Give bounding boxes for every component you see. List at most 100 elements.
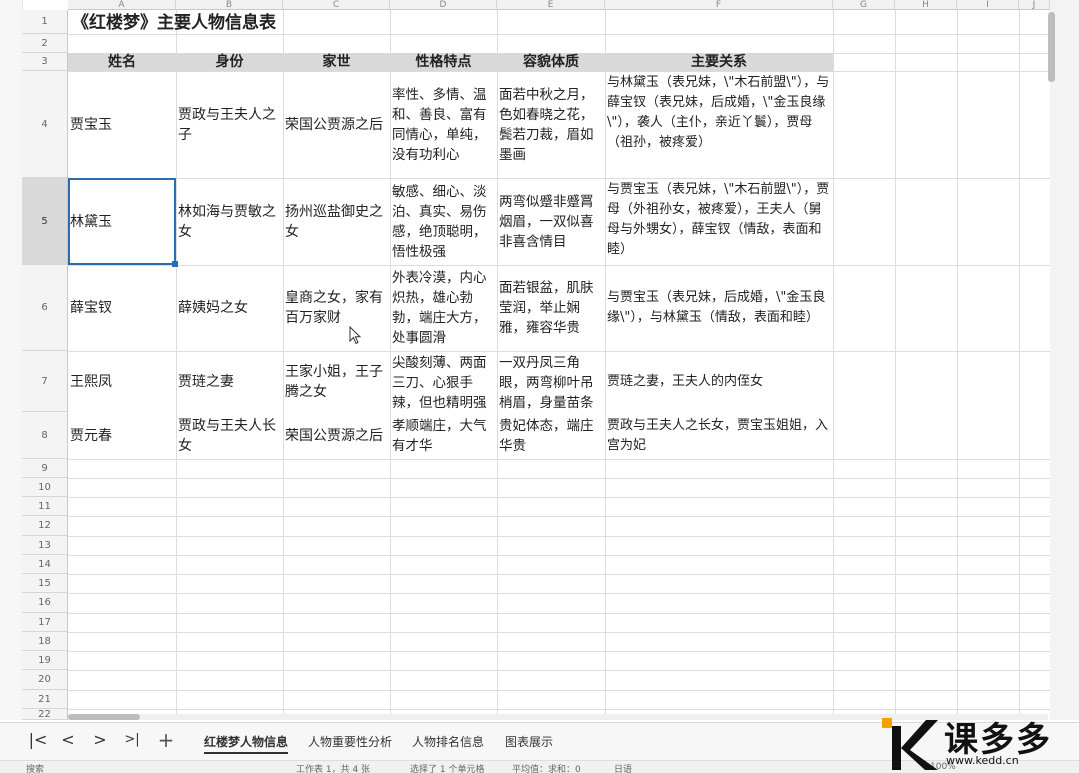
- cell-text: 贾琏之妻: [178, 373, 234, 390]
- cell-appearance[interactable]: 贵妃体态，端庄华贵: [497, 412, 605, 459]
- cell-family[interactable]: 扬州巡盐御史之女: [283, 178, 390, 265]
- row-header-16[interactable]: 16: [22, 593, 68, 613]
- last-sheet-button[interactable]: >|: [122, 730, 142, 750]
- cell-name[interactable]: 王熙凤: [68, 351, 176, 412]
- cell-text: 贾元春: [70, 427, 112, 444]
- row-header-14[interactable]: 14: [22, 555, 68, 574]
- cell-family[interactable]: 王家小姐，王子腾之女: [283, 351, 390, 412]
- cell-family[interactable]: 荣国公贾源之后: [283, 412, 390, 459]
- header-relations[interactable]: 主要关系: [605, 53, 833, 71]
- column-header-i[interactable]: I: [957, 0, 1019, 10]
- column-header-g[interactable]: G: [833, 0, 895, 10]
- cell-appearance[interactable]: 两弯似蹙非蹙罥烟眉，一双似喜非喜含情目: [497, 178, 605, 265]
- cell-text: 率性、多情、温和、善良、富有同情心，单纯，没有功利心: [392, 86, 487, 163]
- cell-text: 王熙凤: [70, 373, 112, 390]
- row-header-2[interactable]: 2: [22, 34, 68, 53]
- cell-relations[interactable]: 与贾宝玉（表兄妹，\"木石前盟\"），贾母（外祖孙女，被疼爱），王夫人（舅母与外…: [605, 178, 833, 265]
- row-header-15[interactable]: 15: [22, 574, 68, 593]
- horizontal-scroll-thumb[interactable]: [68, 714, 140, 720]
- grid-line: [68, 709, 1050, 710]
- first-sheet-button[interactable]: |<: [28, 730, 48, 750]
- cell-name[interactable]: 贾元春: [68, 412, 176, 459]
- column-header-f[interactable]: F: [605, 0, 833, 10]
- search-field[interactable]: 搜索: [26, 762, 44, 773]
- cell-personality[interactable]: 外表冷漠，内心炽热，雄心勃勃，端庄大方，处事圆滑: [390, 265, 497, 351]
- row-header-1[interactable]: 1: [22, 10, 68, 34]
- cell-text: 薛姨妈之女: [178, 300, 248, 316]
- header-name[interactable]: 姓名: [68, 53, 176, 71]
- cell-appearance[interactable]: 面若银盆，肌肤莹润，举止娴雅，雍容华贵: [497, 265, 605, 351]
- tab-chart-display[interactable]: 图表展示: [505, 733, 553, 750]
- row-header-20[interactable]: 20: [22, 670, 68, 690]
- cell-text: 荣国公贾源之后: [285, 427, 383, 444]
- cell-relations[interactable]: 与贾宝玉（表兄妹，后成婚，\"金玉良缘\"），与林黛玉（情敌，表面和睦）: [605, 265, 833, 351]
- row-header-13[interactable]: 13: [22, 536, 68, 555]
- row-header-10[interactable]: 10: [22, 478, 68, 497]
- row-header-6[interactable]: 6: [22, 265, 68, 351]
- header-identity[interactable]: 身份: [176, 53, 283, 71]
- column-header-c[interactable]: C: [283, 0, 390, 10]
- cell-identity[interactable]: 贾政与王夫人长女: [176, 412, 283, 459]
- cell-text: 尖酸刻薄、两面三刀、心狠手辣，但也精明强干: [392, 355, 487, 411]
- cell-text: 外表冷漠，内心炽热，雄心勃勃，端庄大方，处事圆滑: [392, 270, 487, 346]
- cell-text: 贾政与王夫人之子: [178, 106, 276, 143]
- row-header-11[interactable]: 11: [22, 497, 68, 516]
- header-personality[interactable]: 性格特点: [390, 53, 497, 71]
- fill-handle[interactable]: [172, 261, 178, 267]
- sheet-title[interactable]: 《红楼梦》主要人物信息表: [72, 8, 276, 33]
- row-header-12[interactable]: 12: [22, 516, 68, 536]
- cell-text: 面若银盆，肌肤莹润，举止娴雅，雍容华贵: [499, 280, 594, 336]
- row-header-17[interactable]: 17: [22, 613, 68, 632]
- cell-text: 与贾宝玉（表兄妹，\"木石前盟\"），贾母（外祖孙女，被疼爱），王夫人（舅母与外…: [607, 182, 830, 257]
- input-mode: 日语: [614, 765, 633, 773]
- tab-character-info[interactable]: 红楼梦人物信息: [204, 733, 289, 754]
- cell-text: 与贾宝玉（表兄妹，后成婚，\"金玉良缘\"），与林黛玉（情敌，表面和睦）: [607, 290, 826, 325]
- row-header-19[interactable]: 19: [22, 651, 68, 670]
- column-header-d[interactable]: D: [390, 0, 497, 10]
- cell-identity[interactable]: 贾琏之妻: [176, 351, 283, 412]
- grid-line: [68, 690, 1050, 691]
- next-sheet-button[interactable]: >: [90, 730, 110, 750]
- cell-personality[interactable]: 率性、多情、温和、善良、富有同情心，单纯，没有功利心: [390, 71, 497, 178]
- cell-name[interactable]: 贾宝玉: [68, 71, 176, 178]
- cell-text: 薛宝钗: [70, 300, 112, 316]
- previous-sheet-button[interactable]: <: [58, 730, 78, 750]
- cell-identity[interactable]: 贾政与王夫人之子: [176, 71, 283, 178]
- cell-name[interactable]: 薛宝钗: [68, 265, 176, 351]
- cell-relations[interactable]: 贾政与王夫人之长女，贾宝玉姐姐，入宫为妃: [605, 412, 833, 459]
- cell-personality[interactable]: 敏感、细心、淡泊、真实、易伤感，绝顶聪明，悟性极强: [390, 178, 497, 265]
- tab-importance-analysis[interactable]: 人物重要性分析: [308, 733, 392, 750]
- row-header-22[interactable]: 22: [22, 709, 68, 720]
- cell-personality[interactable]: 尖酸刻薄、两面三刀、心狠手辣，但也精明强干: [390, 351, 497, 412]
- tab-ranking-info[interactable]: 人物排名信息: [412, 733, 484, 750]
- cell-identity[interactable]: 薛姨妈之女: [176, 265, 283, 351]
- add-sheet-button[interactable]: +: [156, 730, 176, 750]
- cell-appearance[interactable]: 一双丹凤三角眼，两弯柳叶吊梢眉，身量苗条: [497, 351, 605, 412]
- row-header-8[interactable]: 8: [22, 412, 68, 459]
- cell-text: 与林黛玉（表兄妹，\"木石前盟\"），与薛宝钗（表兄妹，后成婚，\"金玉良缘\"…: [607, 75, 830, 150]
- cell-text: 扬州巡盐御史之女: [285, 203, 383, 240]
- row-header-4[interactable]: 4: [22, 71, 68, 178]
- cell-relations[interactable]: 与林黛玉（表兄妹，\"木石前盟\"），与薛宝钗（表兄妹，后成婚，\"金玉良缘\"…: [605, 71, 833, 178]
- header-appearance[interactable]: 容貌体质: [497, 53, 605, 71]
- cell-family[interactable]: 皇商之女，家有百万家财: [283, 265, 390, 351]
- row-header-18[interactable]: 18: [22, 632, 68, 651]
- row-header-21[interactable]: 21: [22, 690, 68, 709]
- cell-appearance[interactable]: 面若中秋之月，色如春晓之花，鬓若刀裁，眉如墨画: [497, 71, 605, 178]
- column-header-e[interactable]: E: [497, 0, 605, 10]
- header-family[interactable]: 家世: [283, 53, 390, 71]
- row-header-7[interactable]: 7: [22, 351, 68, 412]
- row-header-9[interactable]: 9: [22, 459, 68, 478]
- cell-family[interactable]: 荣国公贾源之后: [283, 71, 390, 178]
- vertical-scroll-thumb[interactable]: [1048, 12, 1055, 82]
- cell-relations[interactable]: 贾琏之妻，王夫人的内侄女: [605, 351, 833, 412]
- column-header-j[interactable]: J: [1019, 0, 1050, 10]
- cell-identity[interactable]: 林如海与贾敏之女: [176, 178, 283, 265]
- cell-personality[interactable]: 孝顺端庄，大气有才华: [390, 412, 497, 459]
- spreadsheet-grid[interactable]: A B C D E F G H I J 1 2 3 4 5 6 7 8 9 10…: [0, 0, 1050, 720]
- row-header-5[interactable]: 5: [22, 178, 68, 265]
- row-header-3[interactable]: 3: [22, 53, 68, 71]
- column-header-h[interactable]: H: [895, 0, 957, 10]
- grid-line: [68, 34, 1050, 35]
- vertical-scrollbar[interactable]: [1050, 0, 1079, 720]
